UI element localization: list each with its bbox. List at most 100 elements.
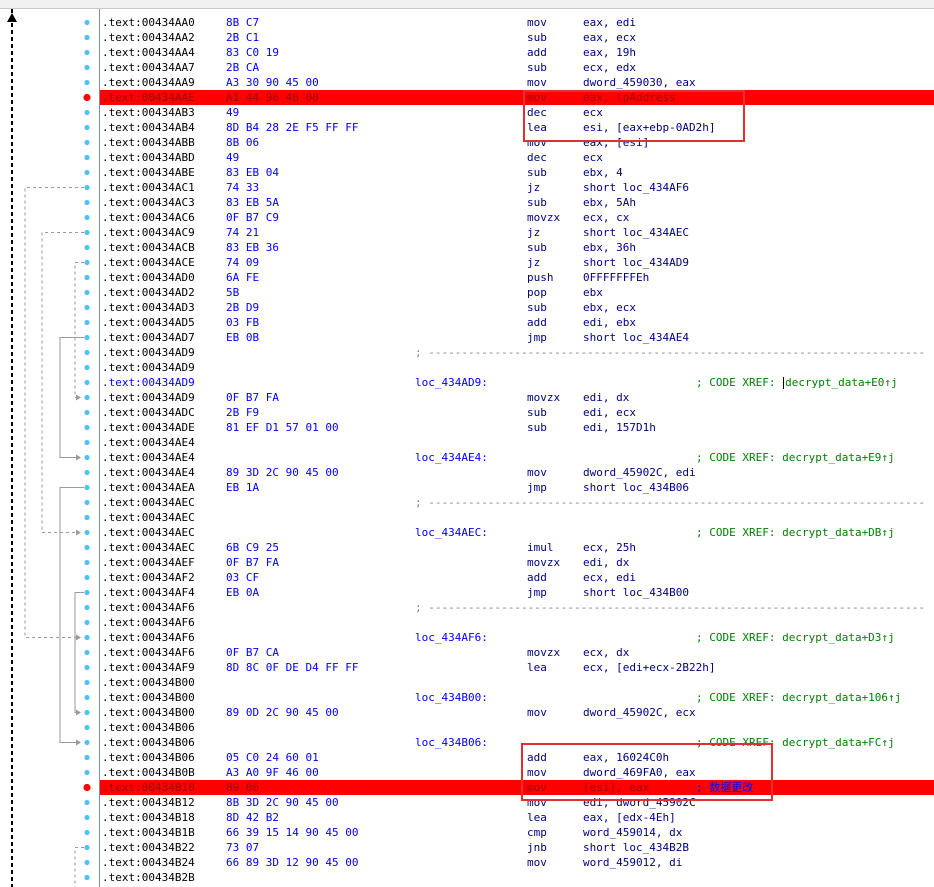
line-marker-dot[interactable] (84, 64, 90, 71)
label-line[interactable]: .text:00434AF6 loc_434AF6: ; CODE XREF: de… (100, 630, 934, 645)
xref-link[interactable]: decrypt_data+E0↑j (785, 376, 898, 389)
line-marker-dot[interactable] (84, 124, 90, 131)
line-marker-dot[interactable] (84, 544, 90, 551)
operands[interactable]: eax, [edx-4Eh] (583, 810, 676, 825)
line-marker-dot[interactable] (84, 619, 90, 626)
line-marker-dot[interactable] (84, 679, 90, 686)
operands[interactable]: edi, 157D1h (583, 420, 656, 435)
line-marker-dot[interactable] (84, 829, 90, 836)
line-marker-dot[interactable] (84, 574, 90, 581)
listing-line[interactable]: .text:00434AD7 EB 0B jmp short loc_434AE4 (100, 330, 934, 345)
operands[interactable]: dword_45902C, edi (583, 465, 696, 480)
line-marker-dot[interactable] (84, 799, 90, 806)
operands[interactable]: word_459014, dx (583, 825, 682, 840)
line-marker-dot[interactable] (84, 49, 90, 56)
line-marker-dot[interactable] (84, 364, 90, 371)
line-marker-dot[interactable] (84, 379, 90, 386)
listing-line[interactable]: .text:00434AEC ; ------------------------… (100, 495, 934, 510)
line-marker-dot[interactable] (84, 769, 90, 776)
listing-line[interactable]: .text:00434AA7 2B CA sub ecx, edx (100, 60, 934, 75)
listing-line[interactable]: .text:00434B06 (100, 720, 934, 735)
operands[interactable]: eax, edi (583, 15, 636, 30)
listing-line[interactable]: .text:00434B18 8D 42 B2 lea eax, [edx-4Eh] (100, 810, 934, 825)
listing-line[interactable]: .text:00434B06 05 C0 24 60 01 add eax, 1602… (100, 750, 934, 765)
listing-line[interactable]: .text:00434B22 73 07 jnb short loc_434B2B (100, 840, 934, 855)
code-label[interactable]: loc_434AF6: (415, 630, 488, 645)
operands[interactable]: ecx, cx (583, 210, 629, 225)
code-label[interactable]: loc_434B00: (415, 690, 488, 705)
operands[interactable]: eax, 16024C0h (583, 750, 669, 765)
line-marker-dot[interactable] (84, 229, 90, 236)
operands[interactable]: [esi], eax (583, 780, 649, 795)
listing-line[interactable]: .text:00434AC3 83 EB 5A sub ebx, 5Ah (100, 195, 934, 210)
line-marker-dot[interactable] (84, 604, 90, 611)
line-marker-dot[interactable] (84, 499, 90, 506)
operands[interactable]: ebx, 5Ah (583, 195, 636, 210)
code-label[interactable]: loc_434AE4: (415, 450, 488, 465)
listing-line[interactable]: .text:00434AD9 (100, 360, 934, 375)
listing-line[interactable]: .text:00434AD3 2B D9 sub ebx, ecx (100, 300, 934, 315)
listing-line[interactable]: .text:00434AA4 83 C0 19 add eax, 19h (100, 45, 934, 60)
line-marker-dot[interactable] (84, 814, 90, 821)
operands[interactable]: 0FFFFFFFEh (583, 270, 649, 285)
line-marker-dot[interactable] (84, 169, 90, 176)
listing-line[interactable]: .text:00434AB4 8D B4 28 2E F5 FF FF lea esi… (100, 120, 934, 135)
listing-line[interactable]: .text:00434AEA EB 1A jmp short loc_434B06 (100, 480, 934, 495)
label-line[interactable]: .text:00434B06 loc_434B06: ; CODE XREF: de… (100, 735, 934, 750)
line-marker-dot[interactable] (84, 709, 90, 716)
code-label[interactable]: loc_434AEC: (415, 525, 488, 540)
operands[interactable]: ebx, 4 (583, 165, 623, 180)
line-marker-dot[interactable] (84, 259, 90, 266)
line-marker-dot[interactable] (84, 649, 90, 656)
listing-line[interactable]: .text:00434AF6 (100, 615, 934, 630)
line-marker-dot[interactable] (84, 214, 90, 221)
listing-line[interactable]: .text:00434B24 66 89 3D 12 90 45 00 mov wor… (100, 855, 934, 870)
operands[interactable]: edi, dword_45902C (583, 795, 696, 810)
operands[interactable]: short loc_434AF6 (583, 180, 689, 195)
line-marker-dot[interactable] (84, 334, 90, 341)
listing-line[interactable]: .text:00434AF9 8D 8C 0F DE D4 FF FF lea ecx… (100, 660, 934, 675)
line-marker-dot[interactable] (84, 409, 90, 416)
operands[interactable]: eax, 19h (583, 45, 636, 60)
listing-line[interactable]: .text:00434ABB 8B 06 mov eax, [esi] (100, 135, 934, 150)
operands[interactable]: ecx, edi (583, 570, 636, 585)
listing-line[interactable]: .text:00434AF2 03 CF add ecx, edi (100, 570, 934, 585)
operands[interactable]: ecx (583, 105, 603, 120)
code-label[interactable]: loc_434B06: (415, 735, 488, 750)
listing-line[interactable]: .text:00434AC9 74 21 jz short loc_434AEC (100, 225, 934, 240)
line-marker-dot[interactable] (84, 289, 90, 296)
operands[interactable]: ebx, ecx (583, 300, 636, 315)
operands[interactable]: edi, dx (583, 390, 629, 405)
label-line[interactable]: .text:00434AEC loc_434AEC: ; CODE XREF: de… (100, 525, 934, 540)
label-line[interactable]: .text:00434AD9 loc_434AD9: ; CODE XREF: de… (100, 375, 934, 390)
listing-line[interactable]: .text:00434AA2 2B C1 sub eax, ecx (100, 30, 934, 45)
listing-line[interactable]: .text:00434AEC 6B C9 25 imul ecx, 25h (100, 540, 934, 555)
line-marker-dot[interactable] (84, 139, 90, 146)
line-marker-dot[interactable] (84, 154, 90, 161)
operands[interactable]: ebx (583, 285, 603, 300)
operands[interactable]: dword_459030, eax (583, 75, 696, 90)
listing-line[interactable]: .text:00434B00 89 0D 2C 90 45 00 mov dword_… (100, 705, 934, 720)
line-marker-dot[interactable] (84, 739, 90, 746)
line-marker-dot[interactable] (84, 439, 90, 446)
line-marker-dot[interactable] (84, 514, 90, 521)
line-marker-dot[interactable] (84, 694, 90, 701)
operands[interactable]: edi, ebx (583, 315, 636, 330)
operands[interactable]: short loc_434B06 (583, 480, 689, 495)
operands[interactable]: edi, dx (583, 555, 629, 570)
line-marker-dot[interactable] (84, 424, 90, 431)
operands[interactable]: word_459012, di (583, 855, 682, 870)
listing-line[interactable]: .text:00434AF4 EB 0A jmp short loc_434B00 (100, 585, 934, 600)
listing-line[interactable]: .text:00434B00 (100, 675, 934, 690)
listing-line[interactable]: .text:00434AEF 0F B7 FA movzx edi, dx (100, 555, 934, 570)
listing-line[interactable]: .text:00434AF6 ; ------------------------… (100, 600, 934, 615)
line-marker-dot[interactable] (84, 844, 90, 851)
listing-line[interactable]: .text:00434AE4 (100, 435, 934, 450)
listing-line[interactable]: .text:00434AD9 ; ------------------------… (100, 345, 934, 360)
line-marker-dot[interactable] (84, 754, 90, 761)
listing-line[interactable]: .text:00434AD0 6A FE push 0FFFFFFFEh (100, 270, 934, 285)
operands[interactable]: ecx (583, 150, 603, 165)
listing-line[interactable]: .text:00434ADC 2B F9 sub edi, ecx (100, 405, 934, 420)
operands[interactable]: short loc_434AEC (583, 225, 689, 240)
line-marker-dot[interactable] (84, 34, 90, 41)
